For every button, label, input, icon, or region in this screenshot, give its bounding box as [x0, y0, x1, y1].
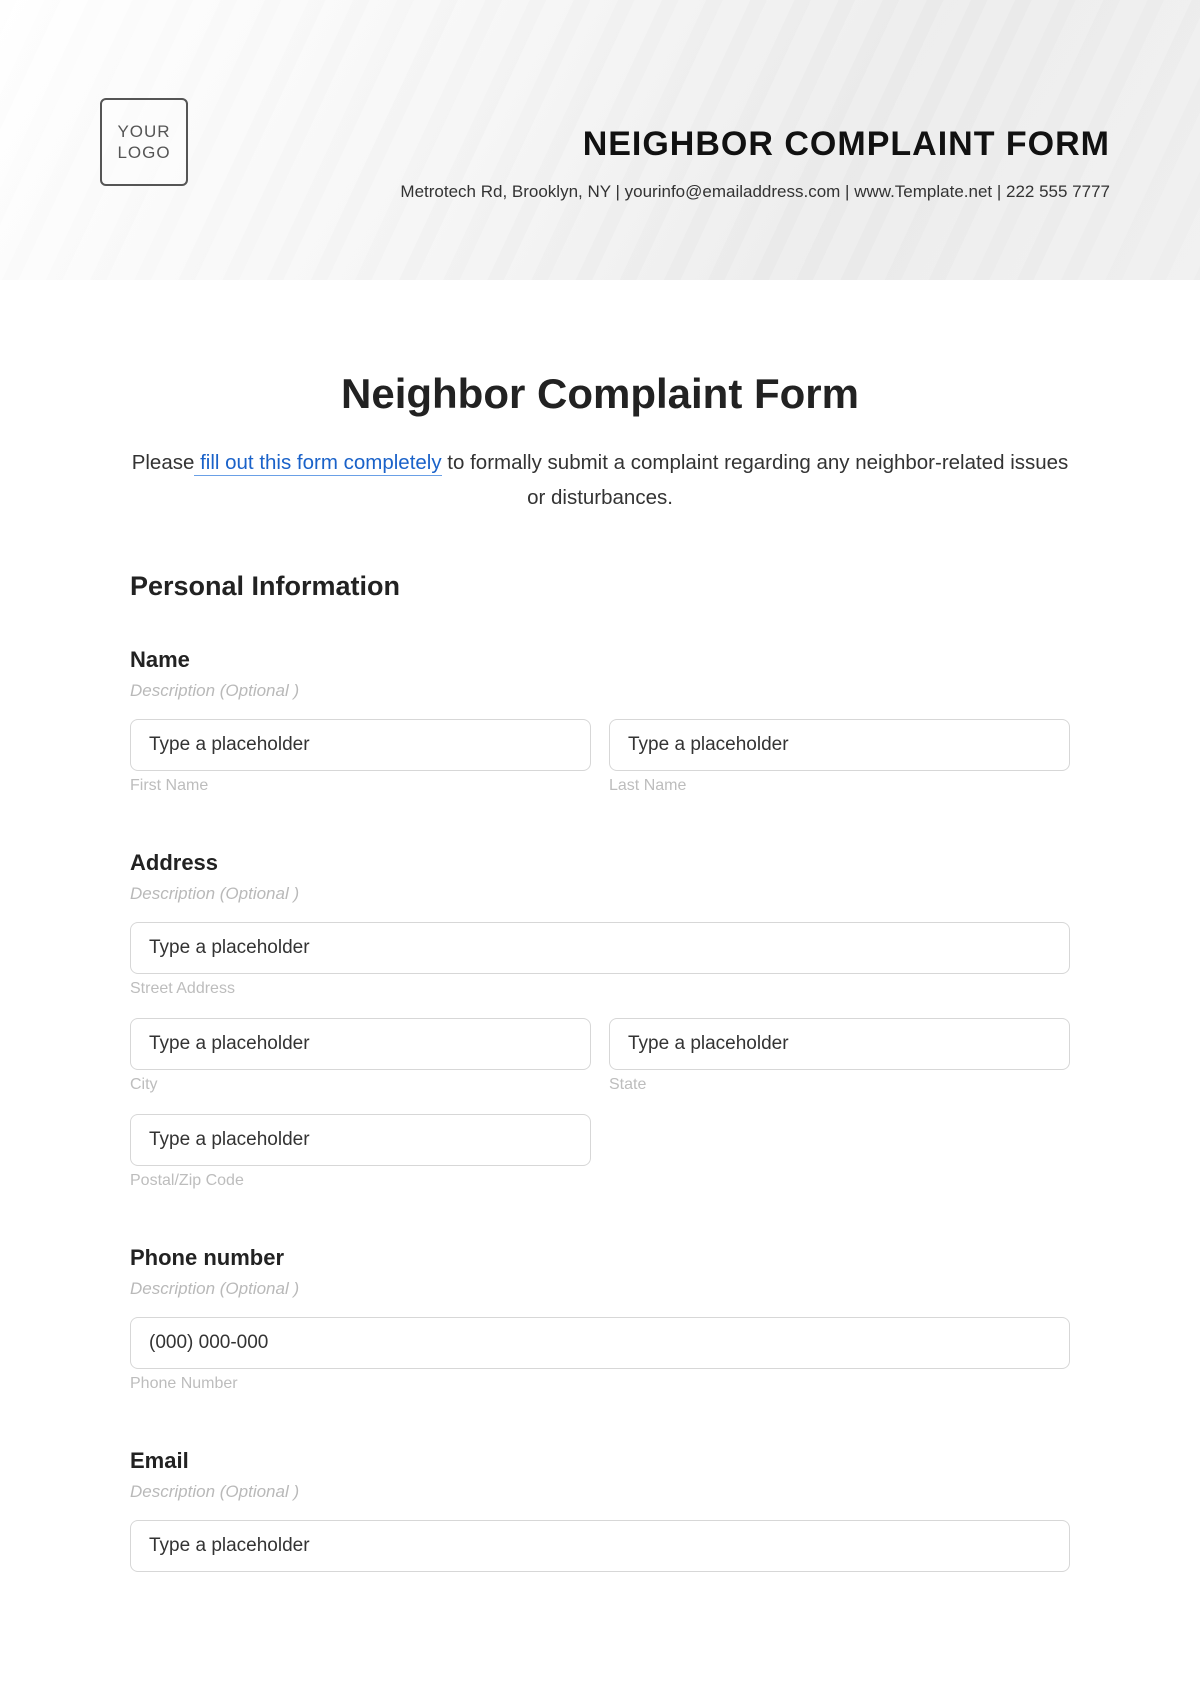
email-input[interactable] — [130, 1520, 1070, 1572]
email-label: Email — [130, 1448, 1070, 1474]
phone-desc: Description (Optional ) — [130, 1279, 1070, 1299]
intro-text: Please fill out this form completely to … — [130, 446, 1070, 516]
last-name-input[interactable] — [609, 719, 1070, 771]
email-desc: Description (Optional ) — [130, 1482, 1070, 1502]
zip-input[interactable] — [130, 1114, 591, 1166]
phone-label: Phone number — [130, 1245, 1070, 1271]
field-name: Name Description (Optional ) First Name … — [130, 647, 1070, 795]
field-phone: Phone number Description (Optional ) Pho… — [130, 1245, 1070, 1393]
address-label: Address — [130, 850, 1070, 876]
intro-link[interactable]: fill out this form completely — [194, 451, 441, 476]
first-name-input[interactable] — [130, 719, 591, 771]
zip-sublabel: Postal/Zip Code — [130, 1172, 591, 1190]
field-address: Address Description (Optional ) Street A… — [130, 850, 1070, 1190]
street-address-sublabel: Street Address — [130, 980, 1070, 998]
field-email: Email Description (Optional ) — [130, 1448, 1070, 1572]
name-desc: Description (Optional ) — [130, 681, 1070, 701]
section-personal-info: Personal Information — [130, 571, 1070, 602]
last-name-sublabel: Last Name — [609, 777, 1070, 795]
name-label: Name — [130, 647, 1070, 673]
logo-text: YOUR LOGO — [102, 121, 186, 164]
logo-placeholder: YOUR LOGO — [100, 98, 188, 186]
intro-prefix: Please — [132, 451, 195, 474]
first-name-sublabel: First Name — [130, 777, 591, 795]
phone-sublabel: Phone Number — [130, 1375, 1070, 1393]
document-header: YOUR LOGO NEIGHBOR COMPLAINT FORM Metrot… — [0, 0, 1200, 280]
street-address-input[interactable] — [130, 922, 1070, 974]
header-right-block: NEIGHBOR COMPLAINT FORM Metrotech Rd, Br… — [400, 125, 1110, 202]
page-title: Neighbor Complaint Form — [130, 370, 1070, 418]
header-small-title: NEIGHBOR COMPLAINT FORM — [400, 125, 1110, 164]
intro-suffix: to formally submit a complaint regarding… — [442, 451, 1069, 509]
state-sublabel: State — [609, 1076, 1070, 1094]
city-input[interactable] — [130, 1018, 591, 1070]
header-contact-line: Metrotech Rd, Brooklyn, NY | yourinfo@em… — [400, 182, 1110, 202]
content-area: Neighbor Complaint Form Please fill out … — [0, 280, 1200, 1572]
state-input[interactable] — [609, 1018, 1070, 1070]
address-desc: Description (Optional ) — [130, 884, 1070, 904]
phone-input[interactable] — [130, 1317, 1070, 1369]
city-sublabel: City — [130, 1076, 591, 1094]
